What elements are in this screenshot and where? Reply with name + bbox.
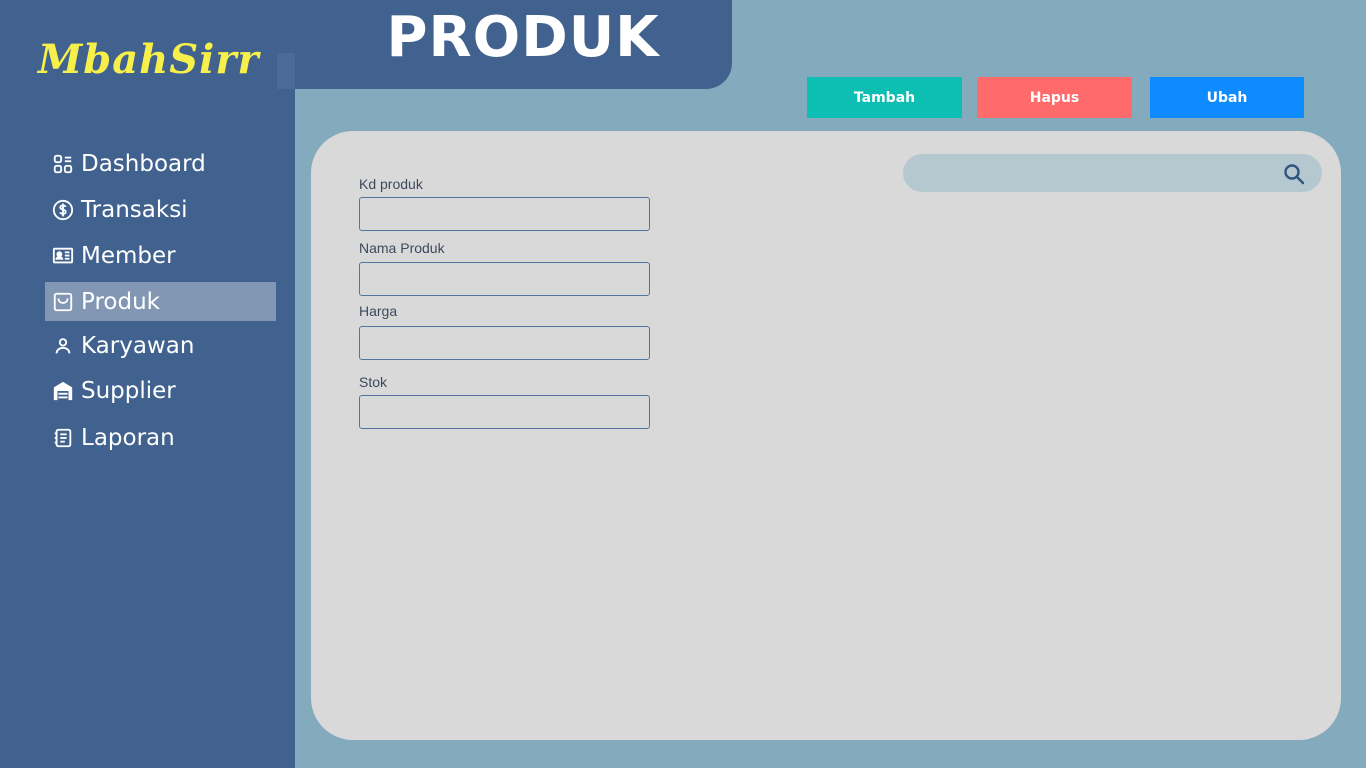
nama-produk-label: Nama Produk [359, 240, 445, 256]
ubah-button[interactable]: Ubah [1150, 77, 1304, 118]
dashboard-icon [51, 152, 75, 176]
search-icon[interactable] [1282, 162, 1306, 186]
sidebar-item-laporan[interactable]: Laporan [45, 418, 276, 457]
harga-label: Harga [359, 303, 398, 319]
sidebar-item-label: Laporan [81, 424, 175, 451]
tambah-button[interactable]: Tambah [807, 77, 962, 118]
sidebar: MbahSirr Dashboard Transaksi Member Prod… [0, 0, 295, 768]
hapus-button[interactable]: Hapus [977, 77, 1132, 118]
person-icon [51, 334, 75, 358]
stok-label: Stok [359, 374, 388, 390]
harga-field[interactable] [359, 326, 650, 360]
sidebar-item-label: Dashboard [81, 150, 206, 177]
kd-produk-field[interactable] [359, 197, 650, 231]
sidebar-item-karyawan[interactable]: Karyawan [45, 326, 276, 365]
sidebar-divider [277, 53, 295, 89]
sidebar-item-label: Transaksi [81, 196, 188, 223]
kd-produk-label: Kd produk [359, 176, 423, 192]
sidebar-nav: Dashboard Transaksi Member Produk Karyaw… [45, 144, 276, 457]
report-icon [51, 426, 75, 450]
sidebar-item-supplier[interactable]: Supplier [45, 371, 276, 410]
warehouse-icon [51, 379, 75, 403]
sidebar-item-transaksi[interactable]: Transaksi [45, 190, 276, 229]
sidebar-item-member[interactable]: Member [45, 236, 276, 275]
sidebar-item-dashboard[interactable]: Dashboard [45, 144, 276, 183]
sidebar-item-label: Member [81, 242, 176, 269]
search-input[interactable] [921, 154, 1281, 192]
sidebar-item-label: Produk [81, 288, 160, 315]
sidebar-item-label: Karyawan [81, 332, 195, 359]
dollar-circle-icon [51, 198, 75, 222]
member-card-icon [51, 244, 75, 268]
sidebar-item-produk[interactable]: Produk [45, 282, 276, 321]
shopping-bag-icon [51, 290, 75, 314]
search-bar [903, 154, 1322, 192]
page-title: PRODUK [386, 5, 660, 70]
stok-field[interactable] [359, 395, 650, 429]
nama-produk-field[interactable] [359, 262, 650, 296]
sidebar-item-label: Supplier [81, 377, 176, 404]
brand-logo: MbahSirr [38, 36, 260, 83]
